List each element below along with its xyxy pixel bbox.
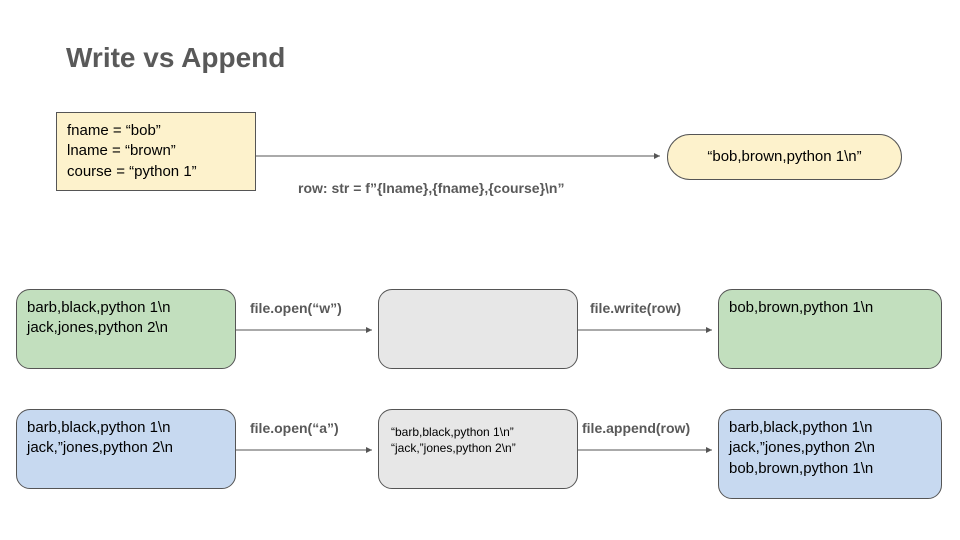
row-result-box: “bob,brown,python 1\n” (667, 134, 902, 180)
append-before-box: barb,black,python 1\n jack,”jones,python… (16, 409, 236, 489)
arrow-write-open (236, 324, 378, 336)
append-after-box: barb,black,python 1\n jack,”jones,python… (718, 409, 942, 499)
arrow-write-write (578, 324, 718, 336)
write-open-label: file.open(“w”) (250, 300, 342, 316)
arrow-append-write (578, 444, 718, 456)
write-before-box: barb,black,python 1\n jack,jones,python … (16, 289, 236, 369)
write-after-box: bob,brown,python 1\n (718, 289, 942, 369)
append-write-label: file.append(row) (582, 420, 690, 436)
arrow-append-open (236, 444, 378, 456)
append-middle-box: “barb,black,python 1\n” “jack,”jones,pyt… (378, 409, 578, 489)
page-title: Write vs Append (66, 42, 285, 74)
vars-box: fname = “bob” lname = “brown” course = “… (56, 112, 256, 191)
arrow-vars-to-result (256, 150, 666, 170)
append-open-label: file.open(“a”) (250, 420, 339, 436)
write-middle-box (378, 289, 578, 369)
row-expression-label: row: str = f”{lname},{fname},{course}\n” (298, 180, 564, 196)
write-write-label: file.write(row) (590, 300, 681, 316)
